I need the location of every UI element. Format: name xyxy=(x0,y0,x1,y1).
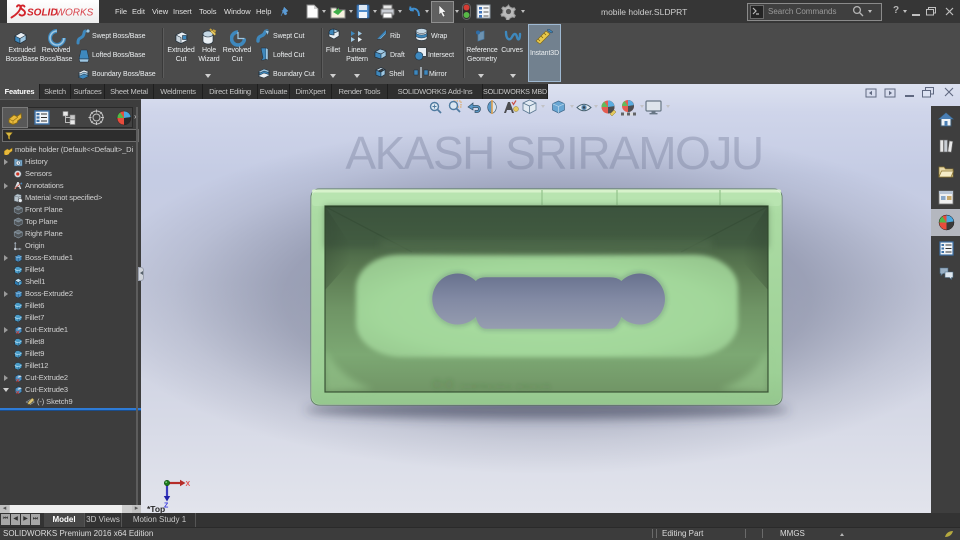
svg-text:ⓢⓩ ₎ₐₘₗₙₑₓₖₔ ₐₙₔₑₓₖ: ⓢⓩ ₎ₐₘₗₙₑₓₖₔ ₐₙₔₑₓₖ xyxy=(432,378,552,391)
svg-text:SOLID: SOLID xyxy=(27,8,58,19)
svg-text:X: X xyxy=(186,481,191,488)
svg-text:WORKS: WORKS xyxy=(56,8,94,19)
